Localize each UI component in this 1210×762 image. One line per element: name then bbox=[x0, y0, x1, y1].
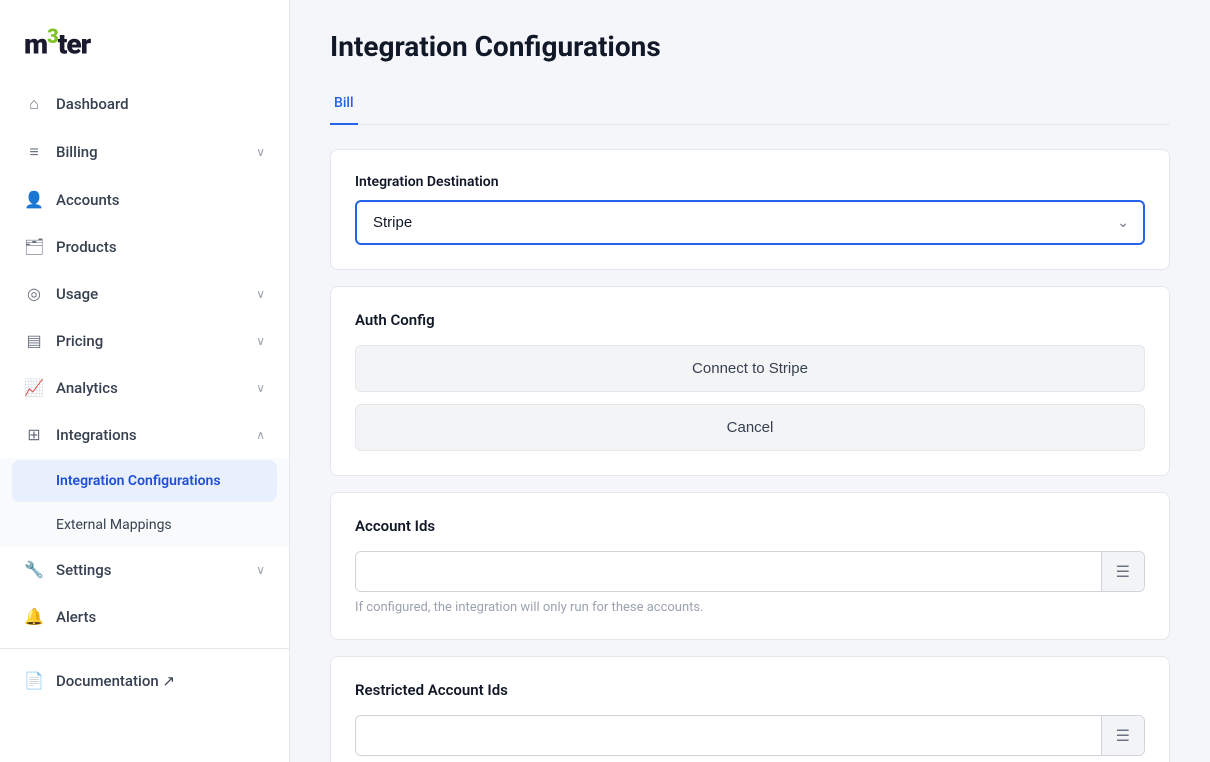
sidebar-item-label: Billing bbox=[56, 143, 98, 161]
logo-area: m3ter bbox=[0, 0, 289, 80]
sidebar-item-label: Settings bbox=[56, 561, 112, 579]
integrations-submenu: Integration Configurations External Mapp… bbox=[0, 458, 289, 546]
account-ids-input[interactable] bbox=[356, 554, 1101, 590]
sidebar-item-accounts[interactable]: 👤 Accounts bbox=[0, 176, 289, 223]
sidebar-item-label: Accounts bbox=[56, 191, 120, 209]
chevron-down-icon: ∨ bbox=[256, 334, 265, 348]
account-ids-list-icon[interactable]: ☰ bbox=[1101, 552, 1144, 591]
sidebar-item-label: Documentation ↗ bbox=[56, 672, 175, 690]
restricted-account-ids-list-icon[interactable]: ☰ bbox=[1101, 716, 1144, 755]
sidebar-item-label: Analytics bbox=[56, 379, 118, 397]
documentation-icon: 📄 bbox=[24, 671, 44, 690]
home-icon: ⌂ bbox=[24, 94, 44, 114]
integrations-icon: ⊞ bbox=[24, 425, 44, 444]
chevron-down-icon: ∨ bbox=[256, 563, 265, 577]
sidebar-subitem-label: External Mappings bbox=[56, 517, 172, 533]
sidebar-item-label: Dashboard bbox=[56, 95, 129, 113]
sidebar-item-label: Products bbox=[56, 238, 117, 256]
sidebar-item-label: Alerts bbox=[56, 608, 96, 626]
sidebar-item-label: Usage bbox=[56, 285, 98, 303]
tabs-bar: Bill bbox=[330, 87, 1170, 125]
pricing-icon: ▤ bbox=[24, 331, 44, 350]
logo: m3ter bbox=[24, 24, 265, 60]
cancel-button[interactable]: Cancel bbox=[355, 404, 1145, 451]
alerts-icon: 🔔 bbox=[24, 607, 44, 626]
account-ids-hint: If configured, the integration will only… bbox=[355, 600, 1145, 615]
restricted-account-ids-input[interactable] bbox=[356, 718, 1101, 754]
account-ids-section: Account Ids ☰ If configured, the integra… bbox=[330, 492, 1170, 640]
sidebar-item-pricing[interactable]: ▤ Pricing ∨ bbox=[0, 317, 289, 364]
logo-suffix: ter bbox=[58, 27, 91, 60]
sidebar-subitem-label: Integration Configurations bbox=[56, 473, 221, 489]
sidebar-item-products[interactable]: 🗂 Products bbox=[0, 223, 289, 270]
auth-config-label: Auth Config bbox=[355, 311, 1145, 329]
account-ids-input-wrapper: ☰ bbox=[355, 551, 1145, 592]
logo-prefix: m bbox=[24, 27, 47, 60]
sidebar: m3ter ⌂ Dashboard ≡ Billing ∨ 👤 Accounts… bbox=[0, 0, 290, 762]
usage-icon: ◎ bbox=[24, 284, 44, 303]
analytics-icon: 📈 bbox=[24, 378, 44, 397]
integration-destination-label: Integration Destination bbox=[355, 174, 1145, 190]
sidebar-item-alerts[interactable]: 🔔 Alerts bbox=[0, 593, 289, 640]
sidebar-item-external-mappings[interactable]: External Mappings bbox=[0, 504, 289, 546]
sidebar-item-label: Pricing bbox=[56, 332, 103, 350]
restricted-account-ids-label: Restricted Account Ids bbox=[355, 681, 1145, 699]
accounts-icon: 👤 bbox=[24, 190, 44, 209]
sidebar-item-dashboard[interactable]: ⌂ Dashboard bbox=[0, 80, 289, 128]
sidebar-item-documentation[interactable]: 📄 Documentation ↗ bbox=[0, 657, 289, 704]
tab-bill[interactable]: Bill bbox=[330, 87, 358, 125]
page-title: Integration Configurations bbox=[330, 30, 1170, 63]
main-content: Integration Configurations Bill Integrat… bbox=[290, 0, 1210, 762]
sidebar-item-analytics[interactable]: 📈 Analytics ∨ bbox=[0, 364, 289, 411]
settings-icon: 🔧 bbox=[24, 560, 44, 579]
sidebar-item-settings[interactable]: 🔧 Settings ∨ bbox=[0, 546, 289, 593]
logo-superscript: 3 bbox=[47, 24, 58, 48]
sidebar-item-label: Integrations bbox=[56, 426, 137, 444]
chevron-down-icon: ∨ bbox=[256, 381, 265, 395]
integration-destination-select[interactable]: Stripe QuickBooks Salesforce bbox=[355, 200, 1145, 245]
integration-destination-wrapper: Stripe QuickBooks Salesforce ⌄ bbox=[355, 200, 1145, 245]
integration-destination-section: Integration Destination Stripe QuickBook… bbox=[330, 149, 1170, 270]
sidebar-item-billing[interactable]: ≡ Billing ∨ bbox=[0, 128, 289, 176]
auth-config-section: Auth Config Connect to Stripe Cancel bbox=[330, 286, 1170, 476]
sidebar-item-integration-configurations[interactable]: Integration Configurations bbox=[12, 460, 277, 502]
sidebar-divider bbox=[0, 648, 289, 649]
restricted-account-ids-input-wrapper: ☰ bbox=[355, 715, 1145, 756]
sidebar-item-usage[interactable]: ◎ Usage ∨ bbox=[0, 270, 289, 317]
chevron-up-icon: ∧ bbox=[256, 428, 265, 442]
sidebar-item-integrations[interactable]: ⊞ Integrations ∧ bbox=[0, 411, 289, 458]
billing-icon: ≡ bbox=[24, 142, 44, 162]
chevron-down-icon: ∨ bbox=[256, 287, 265, 301]
account-ids-label: Account Ids bbox=[355, 517, 1145, 535]
connect-to-stripe-button[interactable]: Connect to Stripe bbox=[355, 345, 1145, 392]
restricted-account-ids-section: Restricted Account Ids ☰ If configured, … bbox=[330, 656, 1170, 762]
chevron-down-icon: ∨ bbox=[256, 145, 265, 159]
products-icon: 🗂 bbox=[24, 237, 44, 256]
